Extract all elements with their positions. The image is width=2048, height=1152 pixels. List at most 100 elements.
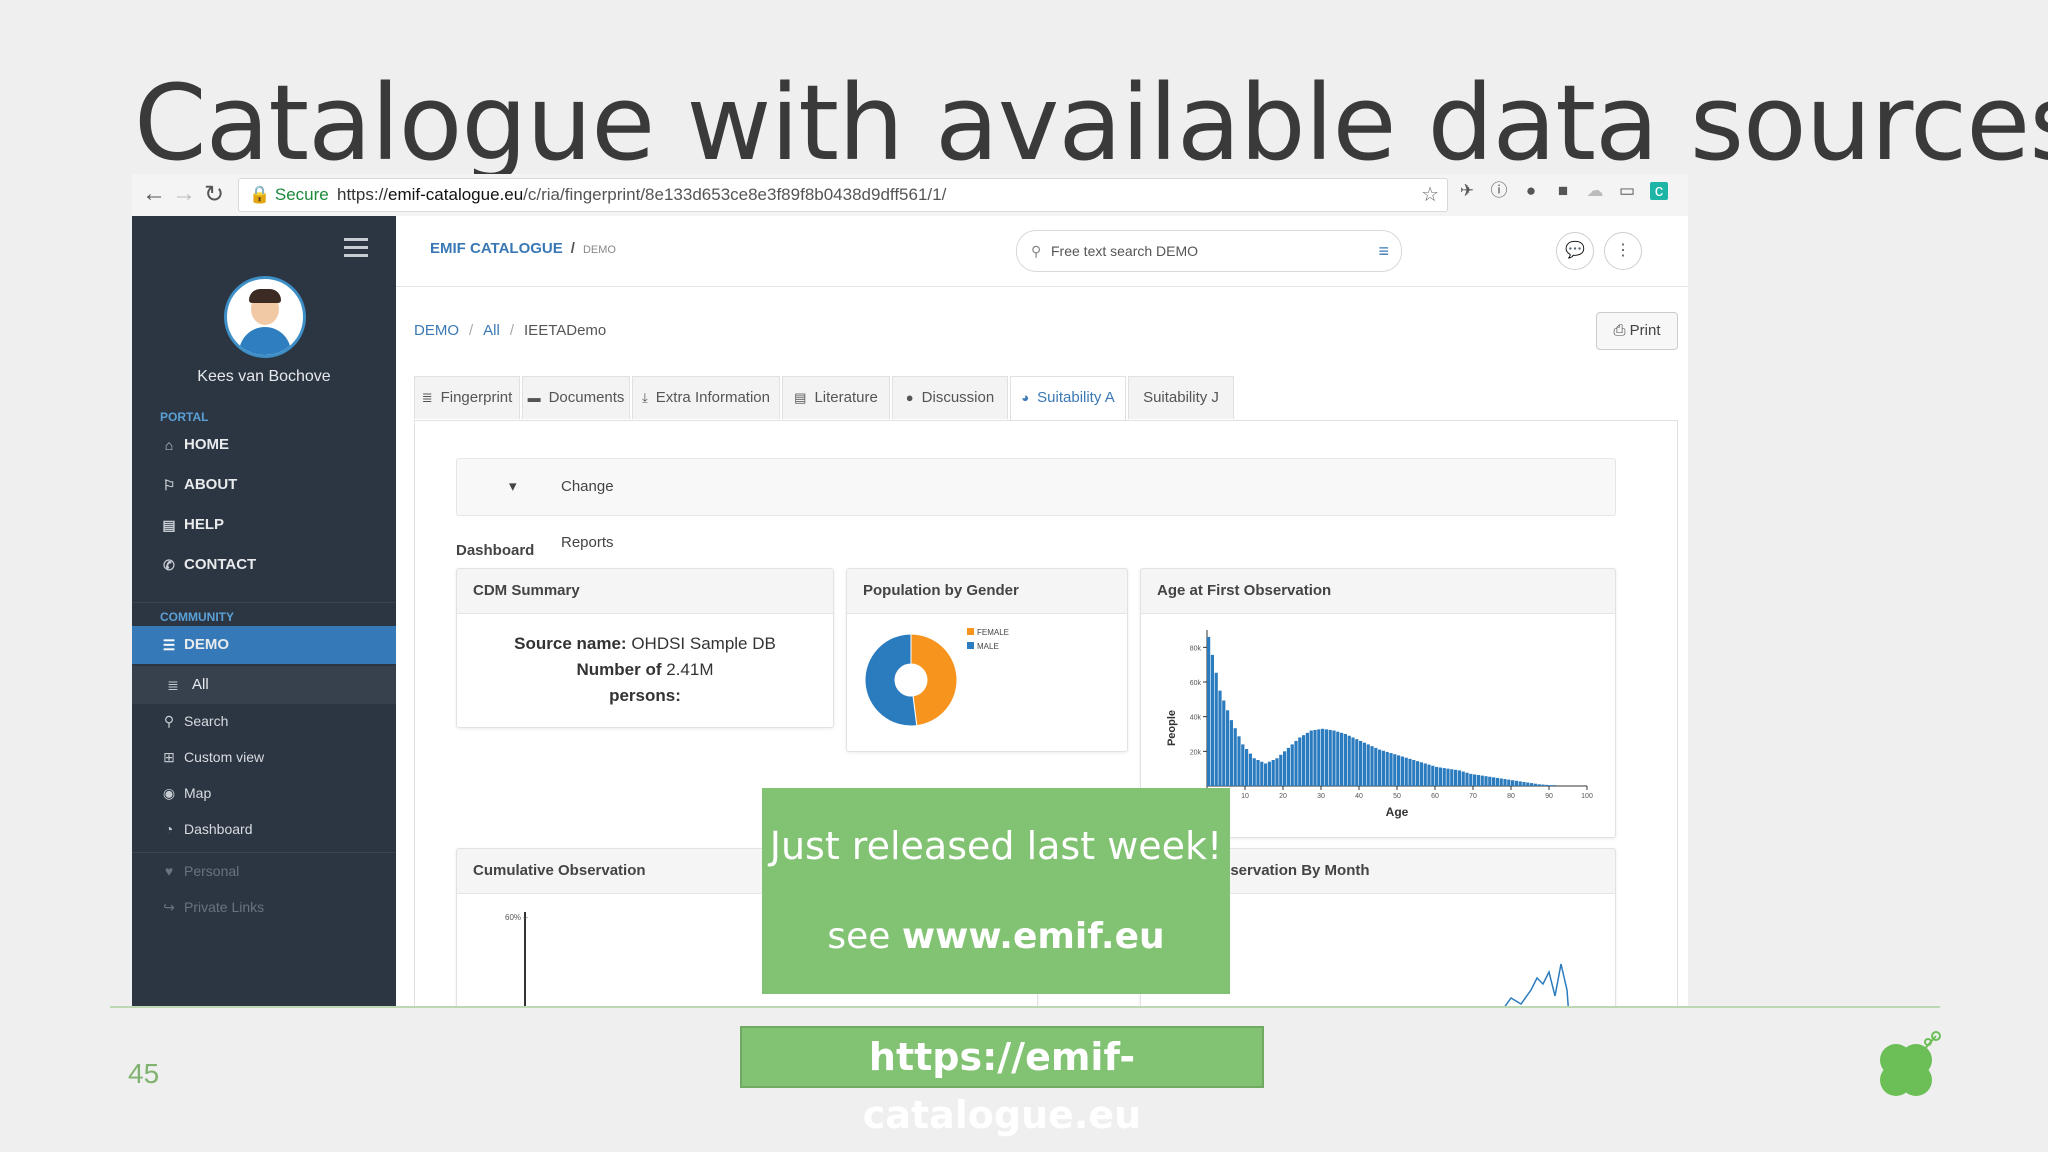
histogram-bar: [1290, 744, 1294, 786]
cloud-extension-icon[interactable]: ☁: [1586, 182, 1604, 200]
tab-literature[interactable]: ▤ Literature: [782, 376, 890, 419]
avatar[interactable]: [224, 276, 306, 358]
tab-discussion[interactable]: ● Discussion: [892, 376, 1008, 419]
back-icon[interactable]: ←: [142, 180, 166, 208]
histogram-bar: [1237, 736, 1241, 786]
rocket-extension-icon[interactable]: ✈: [1458, 182, 1476, 200]
legend-label: MALE: [977, 642, 999, 651]
sidebar-item-private-links[interactable]: ↪ Private Links: [132, 888, 396, 926]
globe-icon: ◉: [162, 785, 176, 801]
book-icon: ▤: [794, 390, 807, 405]
cast-icon[interactable]: ▭: [1618, 182, 1636, 200]
sidebar-item-map[interactable]: ◉ Map: [132, 774, 396, 812]
breadcrumb-demo[interactable]: DEMO: [414, 322, 459, 339]
sidebar-item-about[interactable]: ⚐ ABOUT: [132, 466, 396, 504]
histogram-bar: [1283, 751, 1287, 786]
sidebar-item-contact[interactable]: ✆ CONTACT: [132, 546, 396, 584]
panel-title: CDM Summary: [457, 569, 833, 614]
sidebar-item-search[interactable]: ⚲ Search: [132, 702, 396, 740]
printer-icon: ⎙: [1613, 322, 1626, 339]
reload-icon[interactable]: ↻: [204, 180, 224, 209]
histogram-bar: [1241, 744, 1245, 786]
x-tick-label: 40: [1355, 793, 1363, 800]
x-tick-label: 80: [1507, 793, 1515, 800]
sidebar-item-all[interactable]: ≣ All: [132, 666, 396, 704]
histogram-bar: [1549, 785, 1553, 786]
change-reports-dropdown[interactable]: Change Reports ▾: [456, 458, 1616, 551]
hamburger-menu-icon[interactable]: [344, 238, 368, 262]
clover-logo-icon: [1880, 1031, 1941, 1096]
tab-extra-information[interactable]: ⤓ Extra Information: [632, 376, 780, 419]
catalogue-link[interactable]: https://emif-catalogue.eu: [740, 1026, 1264, 1137]
histogram-bar: [1336, 731, 1340, 786]
histogram-bar: [1419, 762, 1423, 786]
histogram-bar: [1404, 757, 1408, 786]
tab-suitability-j[interactable]: Suitability J: [1128, 376, 1234, 419]
evernote-extension-icon[interactable]: ●: [1522, 182, 1540, 200]
list-menu-icon[interactable]: ≡: [1378, 231, 1389, 271]
print-button[interactable]: ⎙ Print: [1596, 312, 1678, 350]
histogram-bar: [1412, 760, 1416, 786]
histogram-bar: [1248, 753, 1252, 786]
bookmark-star-icon[interactable]: ☆: [1421, 179, 1439, 211]
histogram-bar: [1256, 760, 1260, 786]
histogram-bar: [1378, 749, 1382, 786]
release-callout: Just released last week! see www.emif.eu: [762, 788, 1230, 994]
search-input[interactable]: ⚲ Free text search DEMO ≡: [1016, 230, 1402, 272]
brand-breadcrumb[interactable]: EMIF CATALOGUE / DEMO: [430, 240, 616, 257]
histogram-bar: [1252, 758, 1256, 786]
histogram-bar: [1359, 740, 1363, 786]
sidebar-item-personal[interactable]: ♥ Personal: [132, 852, 396, 890]
histogram-bar: [1374, 747, 1378, 786]
histogram-bar: [1351, 737, 1355, 786]
top-navbar: EMIF CATALOGUE / DEMO ⚲ Free text search D…: [396, 216, 1688, 287]
histogram-bar: [1245, 749, 1249, 786]
sidebar-item-home[interactable]: ⌂ HOME: [132, 426, 396, 464]
forward-icon[interactable]: →: [172, 180, 196, 208]
info-extension-icon[interactable]: ⓘ: [1490, 182, 1508, 200]
sidebar-item-custom-view[interactable]: ⊞ Custom view: [132, 738, 396, 776]
histogram-bar: [1397, 755, 1401, 786]
histogram-bar: [1461, 771, 1465, 786]
histogram-bar: [1454, 769, 1458, 786]
tab-documents[interactable]: ▬ Documents: [522, 376, 630, 419]
histogram-bar: [1503, 779, 1507, 786]
histogram-bar: [1271, 760, 1275, 786]
legend-swatch: [967, 628, 974, 635]
tab-fingerprint[interactable]: ≣ Fingerprint: [414, 376, 520, 419]
histogram-bar: [1381, 750, 1385, 786]
x-tick-label: 60: [1431, 793, 1439, 800]
histogram-bar: [1313, 729, 1317, 786]
panel-title: Population by Gender: [847, 569, 1127, 614]
sidebar-item-help[interactable]: ▤ HELP: [132, 506, 396, 544]
histogram-bar: [1533, 783, 1537, 786]
sidebar-item-demo[interactable]: ☰ DEMO: [132, 626, 396, 664]
histogram-bar: [1530, 783, 1534, 786]
histogram-bar: [1495, 777, 1499, 786]
more-options-icon[interactable]: ⋮: [1604, 232, 1642, 270]
histogram-bar: [1514, 780, 1518, 786]
histogram-bar: [1465, 772, 1469, 786]
callout-link-line: see www.emif.eu: [827, 916, 1165, 957]
square-extension-icon[interactable]: ■: [1554, 182, 1572, 200]
address-bar[interactable]: 🔒 Secure https://emif-catalogue.eu/c/ria…: [238, 178, 1448, 212]
breadcrumb-current: IEETADemo: [524, 322, 607, 339]
breadcrumb-all[interactable]: All: [483, 322, 500, 339]
y-tick-label: 80k: [1190, 645, 1202, 652]
histogram-bar: [1309, 730, 1313, 786]
chat-icon[interactable]: 💬: [1556, 232, 1594, 270]
histogram-bar: [1362, 742, 1366, 786]
histogram-bar: [1340, 732, 1344, 786]
share-icon: ↪: [163, 899, 175, 915]
histogram-bar: [1423, 763, 1427, 786]
histogram-bar: [1473, 774, 1477, 786]
histogram-bar: [1298, 737, 1302, 786]
sidebar-item-dashboard[interactable]: ◔ Dashboard: [132, 810, 396, 848]
user-name[interactable]: Kees van Bochove: [132, 368, 396, 386]
histogram-bar: [1408, 758, 1412, 786]
histogram-bar: [1317, 729, 1321, 786]
legend-label: FEMALE: [977, 628, 1009, 637]
histogram-bar: [1541, 784, 1545, 786]
tab-suitability-a[interactable]: ◕ Suitability A: [1010, 376, 1126, 421]
c-extension-icon[interactable]: c: [1650, 182, 1668, 200]
